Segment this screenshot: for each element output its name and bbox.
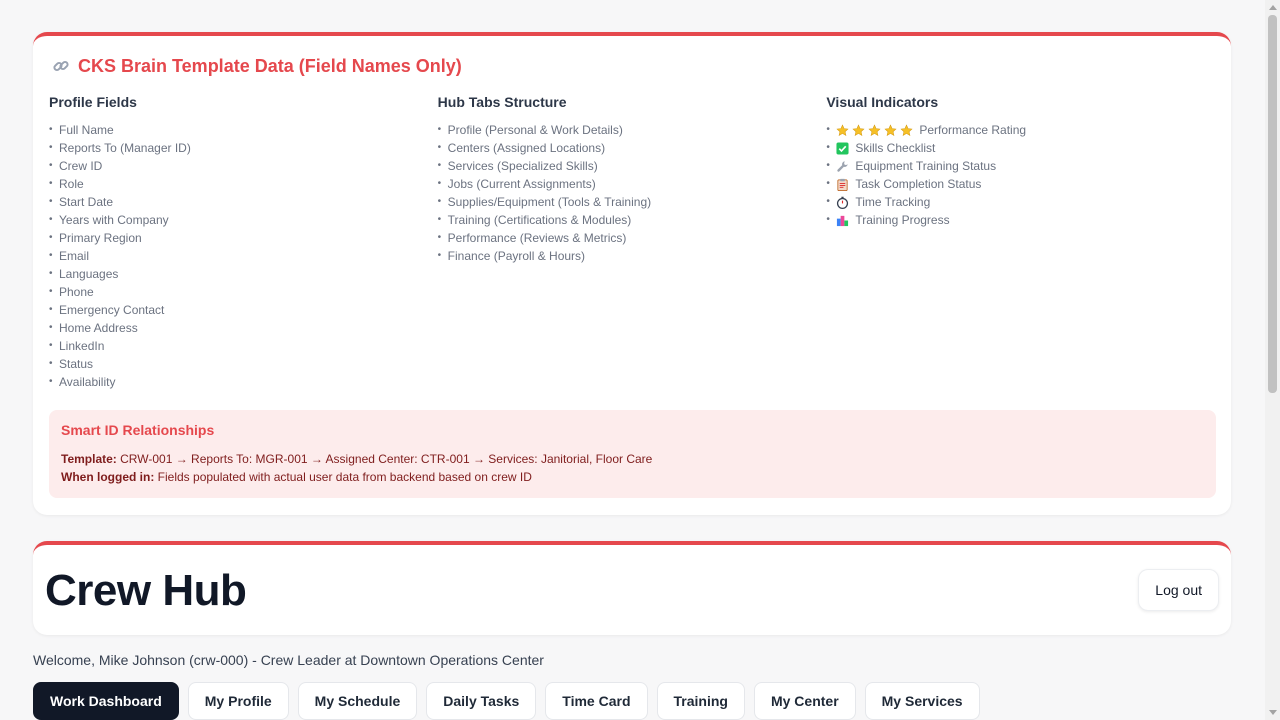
profile-fields-heading: Profile Fields — [49, 94, 137, 110]
list-item: • Supplies/Equipment (Tools & Training) — [437, 195, 652, 209]
list-item: • Full Name — [49, 123, 114, 137]
list-item: • Phone — [49, 285, 94, 299]
visual-indicators-heading: Visual Indicators — [826, 94, 939, 110]
tab-time-card[interactable]: Time Card — [545, 682, 648, 720]
visual-indicators-column: Visual Indicators • Performance Rating • — [826, 94, 1215, 391]
list-item: • Skills Checklist — [826, 141, 936, 155]
vertical-scrollbar[interactable] — [1265, 0, 1280, 720]
list-item: • Training (Certifications & Modules) — [437, 213, 632, 227]
tab-work-dashboard[interactable]: Work Dashboard — [33, 682, 179, 720]
clipboard-icon — [837, 178, 848, 191]
list-item: • Reports To (Manager ID) — [49, 141, 191, 155]
profile-fields-list: • Full Name • Reports To (Manager ID) • Cre… — [49, 121, 438, 391]
wrench-icon — [837, 160, 848, 172]
visual-indicators-list: • Performance Rating • Skills Checklist — [826, 121, 1215, 229]
list-item: • Availability — [49, 375, 116, 389]
tab-daily-tasks[interactable]: Daily Tasks — [426, 682, 537, 720]
tab-my-services[interactable]: My Services — [864, 682, 980, 720]
template-title: CKS Brain Template Data (Field Names Onl… — [52, 54, 1215, 78]
list-item: • Jobs (Current Assignments) — [437, 177, 596, 191]
tab-my-schedule[interactable]: My Schedule — [297, 682, 418, 720]
list-item: • Equipment Training Status — [826, 159, 997, 173]
check-box-icon — [836, 141, 849, 155]
list-item: • Start Date — [49, 195, 114, 209]
welcome-message: Welcome, Mike Johnson (crw-000) - Crew L… — [33, 652, 544, 668]
smart-id-heading: Smart ID Relationships — [61, 422, 215, 438]
smart-id-box: Smart ID Relationships Template: CRW-001… — [49, 410, 1216, 498]
list-item: • Finance (Payroll & Hours) — [437, 249, 586, 263]
scroll-down-icon[interactable] — [1265, 705, 1280, 720]
link-icon — [52, 57, 70, 75]
template-data-card: CKS Brain Template Data (Field Names Onl… — [33, 32, 1231, 515]
list-item: • Profile (Personal & Work Details) — [437, 123, 623, 137]
list-item: • Centers (Assigned Locations) — [437, 141, 606, 155]
list-item: • Performance (Reviews & Metrics) — [437, 231, 627, 245]
hub-header-card: Crew Hub Log out — [33, 541, 1231, 635]
profile-fields-column: Profile Fields • Full Name • Reports To (M… — [49, 94, 438, 391]
star-icon — [868, 123, 881, 136]
list-item: • Email — [49, 249, 90, 263]
hub-tabs-heading: Hub Tabs Structure — [437, 94, 567, 110]
tab-my-center[interactable]: My Center — [753, 682, 856, 720]
star-icon — [852, 123, 865, 136]
list-item: • Training Progress — [826, 213, 950, 227]
list-item: • Crew ID — [49, 159, 103, 173]
star-icon — [836, 123, 849, 136]
list-item: • Primary Region — [49, 231, 142, 245]
hub-tabs-list: • Profile (Personal & Work Details) • Cent… — [438, 121, 827, 265]
hub-tabs: Work Dashboard My Profile My Schedule Da… — [33, 679, 1231, 720]
list-item: • Languages — [49, 267, 119, 281]
list-item: • Time Tracking — [826, 195, 931, 209]
list-item: • Status — [49, 357, 94, 371]
page-title: Crew Hub — [45, 565, 247, 615]
smart-id-template-line: Template: CRW-001 → Reports To: MGR-001 … — [61, 452, 653, 466]
star-icon — [884, 123, 897, 136]
scroll-up-icon[interactable] — [1265, 0, 1280, 15]
list-item: • Emergency Contact — [49, 303, 165, 317]
list-item: • LinkedIn — [49, 339, 105, 353]
page-content: CKS Brain Template Data (Field Names Onl… — [33, 32, 1231, 720]
template-title-text: CKS Brain Template Data (Field Names Onl… — [78, 55, 462, 76]
rating-stars — [836, 123, 913, 137]
smart-id-logged-in-line: When logged in: Fields populated with ac… — [61, 470, 532, 484]
scrollbar-thumb[interactable] — [1268, 15, 1277, 393]
star-icon — [900, 123, 913, 136]
logout-button[interactable]: Log out — [1138, 569, 1219, 611]
tab-training[interactable]: Training — [656, 682, 745, 720]
stopwatch-icon — [837, 196, 849, 209]
list-item: • Home Address — [49, 321, 138, 335]
bar-chart-icon — [837, 215, 849, 226]
list-item: • Role — [49, 177, 84, 191]
list-item: • Years with Company — [49, 213, 169, 227]
list-item: • Services (Specialized Skills) — [437, 159, 598, 173]
list-item: • Task Completion Status — [826, 177, 982, 191]
list-item: • Performance Rating — [826, 123, 1027, 137]
hub-tabs-column: Hub Tabs Structure • Profile (Personal & … — [438, 94, 827, 391]
tab-my-profile[interactable]: My Profile — [187, 682, 289, 720]
